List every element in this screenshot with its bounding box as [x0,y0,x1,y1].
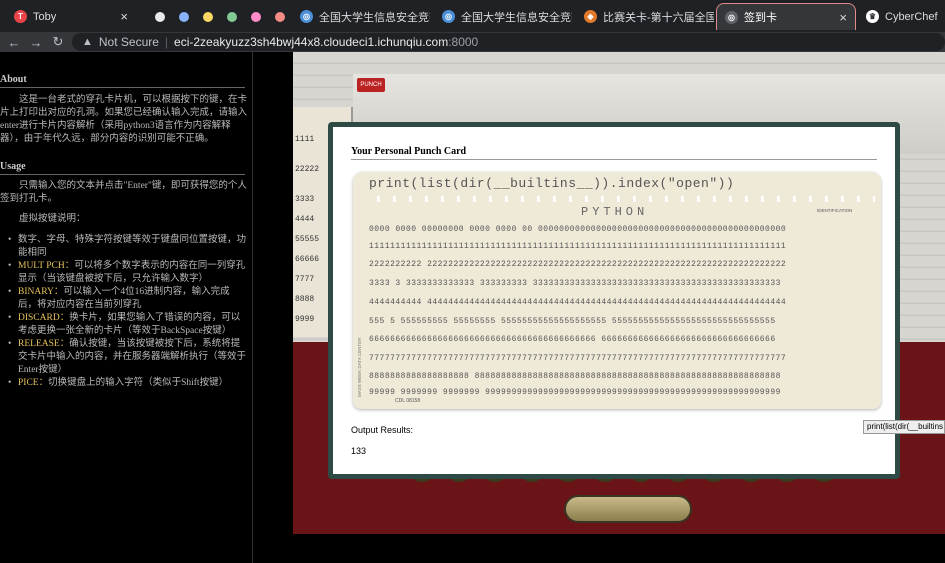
usage-heading: Usage [0,160,245,175]
tab-checkin-card[interactable]: ◎ 签到卡 × [716,3,856,30]
card-side-text: MASS WEEK DATA CENTER [357,337,362,397]
list-item: PICE：切换键盘上的输入字符（类似于Shift按键） [8,377,246,390]
card-brand: PYTHON [581,205,649,219]
tab-group-dot[interactable] [275,12,285,22]
punch-holes [369,196,875,202]
card-row: 6666666666666666666666666666666666666666… [369,335,776,344]
card-row: 1111111111111111111111111111111111111111… [369,242,787,251]
key-list: 数字、字母、特殊字符按键等效于键盘同位置按键，功能相同 MULT PCH：可以将… [8,234,246,390]
list-item: MULT PCH：可以将多个数字表示的内容在同一列穿孔显示（当该键盘被按下后，只… [8,260,246,286]
toby-icon: T [14,10,27,23]
card-row: 4444444444 44444444444444444444444444444… [369,298,787,307]
tab-cyberchef[interactable]: ♛ CyberChef [858,3,945,30]
release-button[interactable] [564,495,692,523]
tab-toby[interactable]: T Toby × [6,3,136,30]
punch-card-modal: Your Personal Punch Card print(list(dir(… [328,122,900,479]
tab-challenge[interactable]: ◈ 比赛关卡-第十六届全国大 × [576,3,714,30]
card-row: 7777777777777777777777777777777777777777… [369,354,787,363]
list-item: BINARY：可以输入一个4位16进制内容，输入完成后，将对应内容在当前列穿孔 [8,286,246,312]
globe-icon: ◎ [442,10,455,23]
address-bar[interactable]: ▲ Not Secure | eci-2zeakyuzz3sh4bwj44x8.… [72,33,945,51]
close-icon[interactable]: × [839,10,847,25]
card-identification: IDENTIFICATION [817,208,853,213]
list-item: RELEASE：确认按键，当该按键被按下后，系统将提交卡片中输入的内容，并在服务… [8,338,246,377]
browser-toolbar: ← → ↻ ▲ Not Secure | eci-2zeakyuzz3sh4bw… [0,32,945,52]
tab-group-dot[interactable] [155,12,165,22]
tab-title: CyberChef [885,10,938,23]
modal-title: Your Personal Punch Card [351,146,877,160]
url-host: eci-2zeakyuzz3sh4bwj44x8.cloudeci1.ichun… [174,35,479,49]
browser-tab-bar: T Toby × ◎ 全国大学生信息安全竞赛官 × ◎ 全国大学生信息安全竞赛官… [0,0,945,32]
reload-icon[interactable]: ↻ [47,34,69,50]
punch-card: print(list(dir(__builtins__)).index("ope… [353,172,881,409]
back-icon[interactable]: ← [3,35,25,50]
punch-label: PUNCH [357,78,385,92]
tab-group-dot[interactable] [179,12,189,22]
modal-body: Your Personal Punch Card print(list(dir(… [333,127,895,474]
list-item: 数字、字母、特殊字符按键等效于键盘同位置按键，功能相同 [8,234,246,260]
card-row: 555 5 555555555 55555555 555555555555555… [369,317,776,326]
keys-intro: 虚拟按键说明： [19,214,86,224]
usage-text: 只需输入您的文本并点击"Enter"键，即可获得您的个人签到打孔卡。 [0,181,247,204]
tooltip: print(list(dir(__builtins [863,420,945,434]
globe-icon: ◎ [725,10,738,24]
tab-group-dot[interactable] [251,12,261,22]
globe-icon: ◎ [300,10,313,23]
tab-title: 全国大学生信息安全竞赛官 [319,11,430,24]
separator: | [164,35,169,49]
forward-icon[interactable]: → [25,35,47,50]
card-footer: CDL 08158 [395,398,421,404]
list-item: DISCARD：换卡片，如果您输入了错误的内容，可以考虑更换一张全新的卡片（等效… [8,312,246,338]
security-label: Not Secure [98,35,159,49]
info-panel: About 这是一台老式的穿孔卡片机，可以根据按下的键，在卡片上打印出对应的孔洞… [0,52,253,563]
site-icon: ◈ [584,10,597,23]
scene-bottom [293,534,945,563]
tab-group-dot[interactable] [203,12,213,22]
card-row: 0000 0000 00000000 0000 0000 00 00000000… [369,225,787,234]
tab-competition-2[interactable]: ◎ 全国大学生信息安全竞赛官 × [434,3,572,30]
tab-title: 全国大学生信息安全竞赛官 [461,11,572,24]
tab-title: Toby [33,10,57,23]
tab-group-dot[interactable] [227,12,237,22]
warning-icon: ▲ [82,36,93,48]
tab-title: 签到卡 [744,12,777,24]
card-printed-text: print(list(dir(__builtins__)).index("ope… [369,176,735,191]
card-row: 99999 9999999 9999999 999999999999999999… [369,388,781,397]
tab-competition-1[interactable]: ◎ 全国大学生信息安全竞赛官 × [292,3,430,30]
about-text: 这是一台老式的穿孔卡片机，可以根据按下的键，在卡片上打印出对应的孔洞。如果您已经… [0,95,248,144]
card-row: 8888888888888888888 88888888888888888888… [369,372,781,381]
output-label: Output Results: [351,425,414,435]
about-heading: About [0,73,245,88]
card-row: 3333 3 3333333333333 333333333 333333333… [369,279,781,288]
card-row: 2222222222 22222222222222222222222222222… [369,260,787,269]
tab-title: 比赛关卡-第十六届全国大 [603,11,714,24]
close-icon[interactable]: × [120,9,128,24]
output-value: 133 [351,446,367,456]
chef-icon: ♛ [866,10,879,23]
